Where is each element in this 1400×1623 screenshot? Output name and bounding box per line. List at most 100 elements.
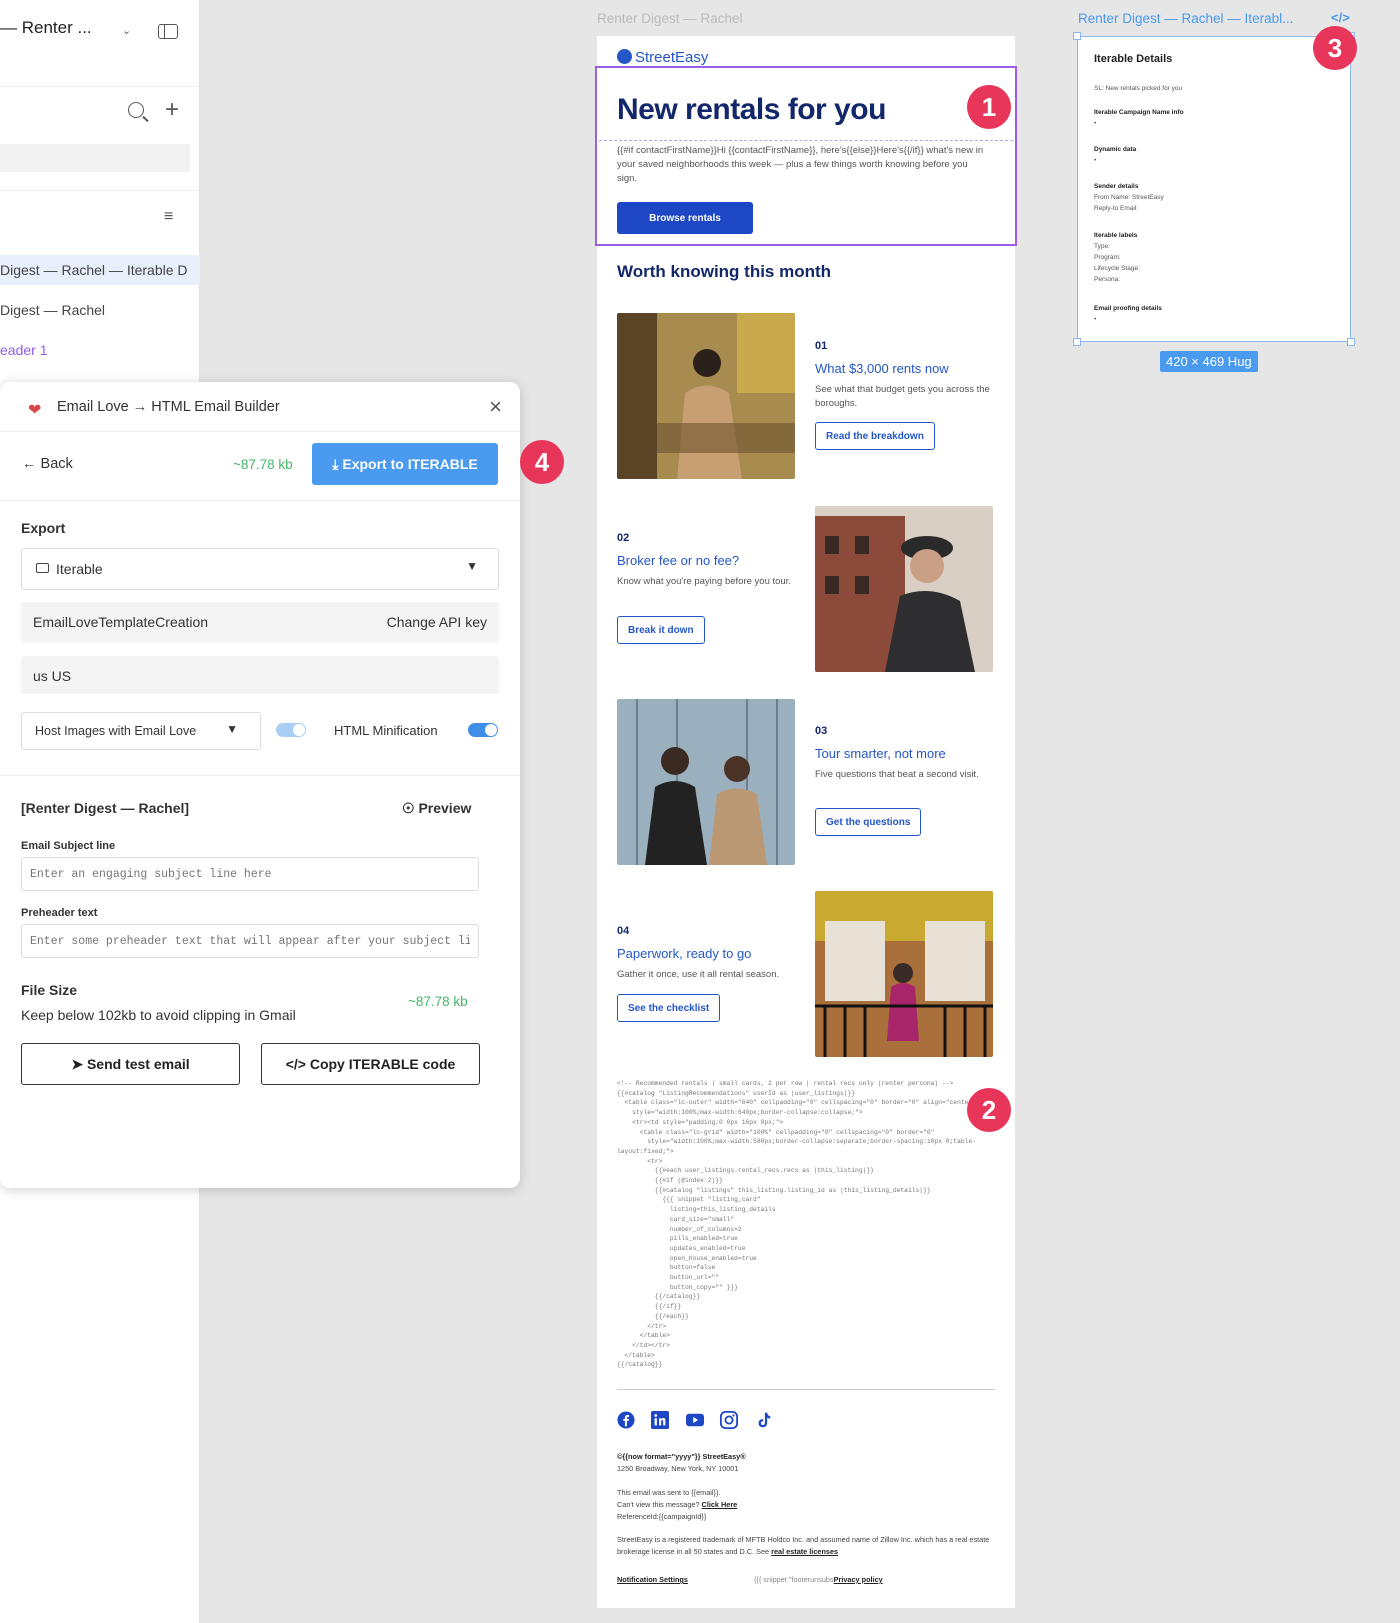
close-icon[interactable]: × xyxy=(489,394,502,420)
copy-code-button[interactable]: </> Copy ITERABLE code xyxy=(261,1043,480,1085)
send-icon: ➤ xyxy=(71,1055,84,1072)
pages-bar[interactable] xyxy=(0,144,190,172)
resize-handle[interactable] xyxy=(1073,32,1081,40)
divider xyxy=(0,775,520,776)
youtube-icon[interactable] xyxy=(685,1411,704,1429)
subject-line-text: SL: New rentals picked for you xyxy=(1094,85,1183,92)
licenses-link[interactable]: real estate licenses xyxy=(771,1547,838,1556)
subject-label: Email Subject line xyxy=(21,840,116,852)
card-number-1: 01 xyxy=(815,340,828,352)
preheader-input[interactable] xyxy=(21,924,479,958)
host-images-toggle[interactable] xyxy=(276,723,306,737)
preview-label: Preview xyxy=(418,800,472,816)
tiktok-icon[interactable] xyxy=(755,1411,773,1429)
search-icon[interactable] xyxy=(128,102,144,118)
file-size-value: ~87.78 kb xyxy=(408,994,468,1009)
card-button-1[interactable]: Read the breakdown xyxy=(815,422,935,450)
instagram-icon[interactable] xyxy=(720,1411,739,1429)
hero-title: New rentals for you xyxy=(617,93,886,126)
heart-icon: ❤ xyxy=(28,402,42,419)
dynamic-heading: Dynamic data xyxy=(1094,146,1137,153)
esp-select-value: Iterable xyxy=(56,561,103,577)
send-test-email-button[interactable]: ➤ Send test email xyxy=(21,1043,240,1085)
file-size-label: File Size xyxy=(21,982,78,998)
footer-links: Notification Settings {{{ snippet "footer… xyxy=(617,1574,992,1586)
plus-icon[interactable]: + xyxy=(165,96,179,124)
layer-item-header[interactable]: eader 1 xyxy=(0,335,200,365)
step-badge-2: 2 xyxy=(967,1088,1011,1132)
html-minification-toggle[interactable] xyxy=(468,723,498,737)
card-title-2: Broker fee or no fee? xyxy=(617,553,740,568)
card-number-4: 04 xyxy=(617,925,630,937)
host-images-select[interactable]: Host Images with Email Love ▼ xyxy=(21,712,261,750)
card-desc-1: See what that budget gets you across the… xyxy=(815,384,990,409)
card-image-2 xyxy=(815,506,993,672)
resize-handle[interactable] xyxy=(1073,338,1081,346)
export-button[interactable]: ⤓ Export to ITERABLE xyxy=(312,443,498,485)
preview-button[interactable]: ☉ Preview xyxy=(402,800,471,817)
region-field[interactable]: us US xyxy=(21,656,499,694)
section-title: Worth knowing this month xyxy=(617,262,832,281)
card-button-3[interactable]: Get the questions xyxy=(815,808,922,836)
resize-handle[interactable] xyxy=(1347,338,1355,346)
host-images-value: Host Images with Email Love xyxy=(35,724,197,738)
logo-text: StreetEasy xyxy=(635,49,709,66)
bullet: • xyxy=(1094,120,1097,127)
dynamic-section: Dynamic data • xyxy=(1094,144,1136,166)
send-test-label: Send test email xyxy=(86,1055,190,1072)
footer-view: Can't view this message? Click Here xyxy=(617,1499,992,1511)
labels-heading: Iterable labels xyxy=(1094,232,1138,239)
eye-icon: ☉ xyxy=(402,800,415,816)
facebook-icon[interactable] xyxy=(617,1411,635,1429)
email-love-panel: ❤ Email Love → HTML Email Builder × ← Ba… xyxy=(0,382,520,1188)
back-button[interactable]: ← Back xyxy=(22,456,73,472)
export-button-label: Export to ITERABLE xyxy=(342,455,478,472)
code-snippet: <!-- Recommended rentals | small cards, … xyxy=(617,1080,976,1369)
esp-select[interactable]: Iterable ▼ xyxy=(21,548,499,590)
campaign-section: Iterable Campaign Name info • xyxy=(1094,107,1184,129)
campaign-heading: Iterable Campaign Name info xyxy=(1094,109,1184,116)
card-desc-3: Five questions that beat a second visit. xyxy=(815,769,979,780)
sort-icon[interactable]: ≡ xyxy=(164,208,173,226)
divider xyxy=(0,500,520,501)
bullet: • xyxy=(1094,316,1097,323)
divider xyxy=(599,140,1013,141)
code-icon[interactable]: </> xyxy=(1331,10,1350,25)
click-here-link[interactable]: Click Here xyxy=(702,1500,738,1509)
reply-to: Reply-to Email: xyxy=(1094,205,1139,212)
divider xyxy=(0,190,199,191)
mail-icon xyxy=(36,563,49,573)
notification-settings-link[interactable]: Notification Settings xyxy=(617,1575,688,1584)
footer-reference: ReferenceId:{{campaignId}} xyxy=(617,1512,707,1521)
step-badge-3: 3 xyxy=(1313,26,1357,70)
label-persona: Persona: xyxy=(1094,276,1121,283)
subject-input[interactable] xyxy=(21,857,479,891)
card-button-4[interactable]: See the checklist xyxy=(617,994,721,1022)
card-button-2[interactable]: Break it down xyxy=(617,616,705,644)
iterable-details-frame[interactable]: Iterable Details SL: New rentals picked … xyxy=(1073,32,1355,346)
copyright-text: ©{{now format="yyyy"}} StreetEasy® xyxy=(617,1452,746,1461)
chevron-down-icon[interactable]: ⌄ xyxy=(122,24,131,37)
download-icon: ⤓ xyxy=(332,455,339,472)
change-api-key-button[interactable]: Change API key xyxy=(387,614,487,630)
card-number-3: 03 xyxy=(815,725,828,737)
layer-item-iterable[interactable]: Digest — Rachel — Iterable D xyxy=(0,255,200,285)
card-image-3 xyxy=(617,699,795,865)
layer-item-digest[interactable]: Digest — Rachel xyxy=(0,295,200,325)
label-lifecycle: Lifecycle Stage: xyxy=(1094,265,1140,272)
browse-rentals-button[interactable]: Browse rentals xyxy=(617,202,753,234)
card-title-3: Tour smarter, not more xyxy=(815,746,946,761)
panel-header: ❤ Email Love → HTML Email Builder × xyxy=(0,382,520,432)
sidebar-toggle-icon[interactable] xyxy=(158,24,178,39)
frame-label-email[interactable]: Renter Digest — Rachel xyxy=(597,11,743,26)
file-title[interactable]: — Renter ... xyxy=(0,18,92,38)
privacy-policy-link[interactable]: Privacy policy xyxy=(834,1575,883,1584)
footer-view-text: Can't view this message? xyxy=(617,1500,700,1509)
streeteasy-logo: StreetEasy xyxy=(617,49,708,66)
linkedin-icon[interactable] xyxy=(651,1411,670,1429)
proofing-section: Email proofing details • xyxy=(1094,303,1162,325)
copy-code-label: Copy ITERABLE code xyxy=(309,1056,456,1072)
iterable-title: Iterable Details xyxy=(1094,53,1173,65)
label-type: Type: xyxy=(1094,243,1110,250)
frame-label-iterable[interactable]: Renter Digest — Rachel — Iterabl... xyxy=(1078,11,1293,26)
